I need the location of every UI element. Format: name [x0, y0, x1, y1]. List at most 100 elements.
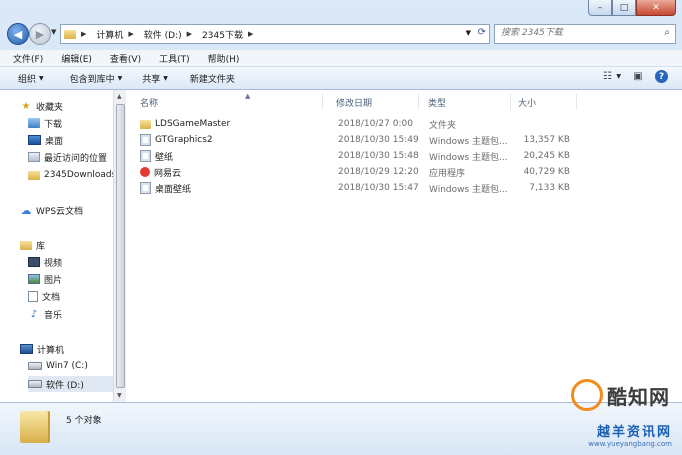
nav-libraries[interactable]: 库 [20, 237, 113, 253]
menu-tools[interactable]: 工具(T) [147, 52, 196, 65]
organize-label: 组织 [18, 74, 37, 85]
chevron-right-icon[interactable]: ▶ [187, 30, 192, 38]
back-button[interactable]: ◀ [7, 23, 29, 45]
nav-drive-d[interactable]: 软件 (D:) [28, 376, 113, 392]
close-button[interactable]: ✕ [636, 0, 676, 16]
nav-2345-downloads[interactable]: 2345Downloads [28, 167, 113, 183]
file-date: 2018/10/27 0:00 [338, 119, 413, 129]
column-header-date[interactable]: 修改日期 [336, 94, 419, 110]
watermark-site: 越羊资讯网 www.yueyangbang.com [588, 421, 672, 448]
refresh-icon[interactable]: ⟳ [478, 27, 486, 38]
navigation-scrollbar[interactable]: ▲ ▼ [113, 90, 126, 402]
breadcrumb-computer[interactable]: 计算机 ▶ [96, 28, 138, 41]
column-label: 修改日期 [336, 98, 373, 109]
nav-documents[interactable]: 文档 [28, 288, 113, 304]
chevron-down-icon: ▼ [163, 74, 168, 82]
breadcrumb-label: 软件 (D:) [143, 30, 182, 41]
file-name: GTGraphics2 [140, 132, 213, 148]
column-label: 名称 [140, 98, 159, 109]
nav-pictures[interactable]: 图片 [28, 271, 113, 287]
nav-label: 图片 [44, 275, 63, 286]
file-size [516, 116, 570, 132]
nav-favorites[interactable]: ★ 收藏夹 [20, 98, 113, 114]
nav-desktop[interactable]: 桌面 [28, 132, 113, 148]
file-row[interactable]: 壁纸 2018/10/30 15:48 Windows 主题包... 20,24… [126, 148, 586, 164]
file-name-text: GTGraphics2 [155, 135, 213, 145]
file-date: 2018/10/30 15:49 [338, 135, 419, 145]
watermark-brand: 酷知网 [607, 384, 670, 409]
file-name: 壁纸 [140, 148, 173, 164]
file-row[interactable]: GTGraphics2 2018/10/30 15:49 Windows 主题包… [126, 132, 586, 148]
nav-label: 视频 [44, 258, 63, 269]
menu-file[interactable]: 文件(F) [0, 52, 49, 65]
document-library-icon [28, 290, 38, 302]
nav-wps-cloud[interactable]: ☁ WPS云文档 [20, 202, 113, 218]
organize-button[interactable]: 组织 ▼ [18, 72, 44, 85]
menu-help[interactable]: 帮助(H) [196, 52, 246, 65]
folder-icon [28, 170, 40, 180]
column-header-type[interactable]: 类型 [428, 94, 511, 110]
system-drive-icon [28, 362, 42, 370]
chevron-right-icon[interactable]: ▶ [128, 30, 133, 38]
forward-button[interactable]: ▶ [29, 23, 51, 45]
theme-file-icon [140, 134, 151, 146]
file-list: 名称 ▲ 修改日期 类型 大小 LDSGameMaster 2018/10/27… [126, 90, 682, 402]
address-dropdown-icon[interactable]: ▼ [466, 29, 471, 37]
file-type: 文件夹 [429, 120, 457, 131]
include-in-library-button[interactable]: 包含到库中 ▼ [70, 72, 123, 85]
file-type: Windows 主题包... [429, 136, 508, 147]
file-type: Windows 主题包... [429, 184, 508, 195]
folder-icon [64, 29, 76, 39]
scrollbar-thumb[interactable] [116, 104, 125, 388]
minimize-button[interactable]: – [588, 0, 612, 16]
recent-pages-dropdown[interactable]: ▼ [51, 28, 56, 36]
drive-icon [28, 380, 42, 388]
view-controls: ☷ ▼ ▣ ? [600, 70, 668, 83]
computer-icon [20, 344, 33, 354]
change-view-icon[interactable]: ☷ [600, 71, 614, 83]
nav-computer[interactable]: 计算机 [20, 341, 113, 357]
file-name: LDSGameMaster [140, 116, 230, 132]
scroll-up-icon[interactable]: ▲ [117, 93, 122, 100]
sort-ascending-icon: ▲ [245, 92, 251, 100]
file-row[interactable]: LDSGameMaster 2018/10/27 0:00 文件夹 [126, 116, 586, 132]
breadcrumb-label: 2345下载 [202, 30, 243, 41]
breadcrumb-drive-d[interactable]: 软件 (D:) ▶ [144, 28, 197, 41]
watermark-site-url: www.yueyangbang.com [588, 440, 672, 448]
menu-bar: 文件(F) 编辑(E) 查看(V) 工具(T) 帮助(H) [0, 50, 682, 67]
nav-downloads[interactable]: 下载 [28, 115, 113, 131]
column-header-name[interactable]: 名称 ▲ [140, 92, 323, 110]
nav-recent-places[interactable]: 最近访问的位置 [28, 149, 113, 165]
nav-label: 软件 (D:) [46, 380, 84, 391]
theme-file-icon [140, 150, 151, 162]
maximize-button[interactable]: □ [612, 0, 636, 16]
preview-pane-icon[interactable]: ▣ [631, 71, 645, 83]
scroll-down-icon[interactable]: ▼ [117, 392, 122, 399]
nav-drive-c[interactable]: Win7 (C:) [28, 358, 113, 374]
help-icon[interactable]: ? [655, 70, 668, 83]
search-box[interactable]: ⌕ [494, 24, 676, 44]
file-size: 20,245 KB [523, 151, 570, 161]
status-bar: 5 个对象 酷知网 越羊资讯网 www.yueyangbang.com [0, 379, 682, 455]
address-bar[interactable]: ▶ 计算机 ▶ 软件 (D:) ▶ 2345下载 ▶ ▼ ⟳ [60, 24, 490, 44]
column-header-size[interactable]: 大小 [518, 94, 577, 110]
menu-edit[interactable]: 编辑(E) [49, 52, 98, 65]
breadcrumb-2345-downloads[interactable]: 2345下载 ▶ [202, 28, 258, 41]
include-library-label: 包含到库中 [69, 74, 115, 85]
search-icon[interactable]: ⌕ [664, 27, 670, 38]
chevron-down-icon[interactable]: ▼ [616, 73, 621, 80]
file-size: 40,729 KB [523, 167, 570, 177]
menu-view[interactable]: 查看(V) [98, 52, 147, 65]
file-row[interactable]: 桌面壁纸 2018/10/30 15:47 Windows 主题包... 7,1… [126, 180, 586, 196]
address-row: ◀ ▶ ▼ ▶ 计算机 ▶ 软件 (D:) ▶ 2345下载 ▶ ▼ ⟳ 搜索 … [0, 20, 682, 48]
file-date: 2018/10/30 15:47 [338, 183, 419, 193]
chevron-down-icon: ▼ [39, 74, 44, 82]
search-input[interactable] [495, 25, 651, 41]
share-button[interactable]: 共享 ▼ [142, 72, 168, 85]
file-row[interactable]: 网易云 2018/10/29 12:20 应用程序 40,729 KB [126, 164, 586, 180]
nav-music[interactable]: ♪ 音乐 [28, 306, 113, 322]
nav-videos[interactable]: 视频 [28, 254, 113, 270]
new-folder-button[interactable]: 新建文件夹 [190, 72, 235, 85]
forward-arrow-icon: ▶ [35, 27, 45, 41]
chevron-right-icon[interactable]: ▶ [248, 30, 253, 38]
